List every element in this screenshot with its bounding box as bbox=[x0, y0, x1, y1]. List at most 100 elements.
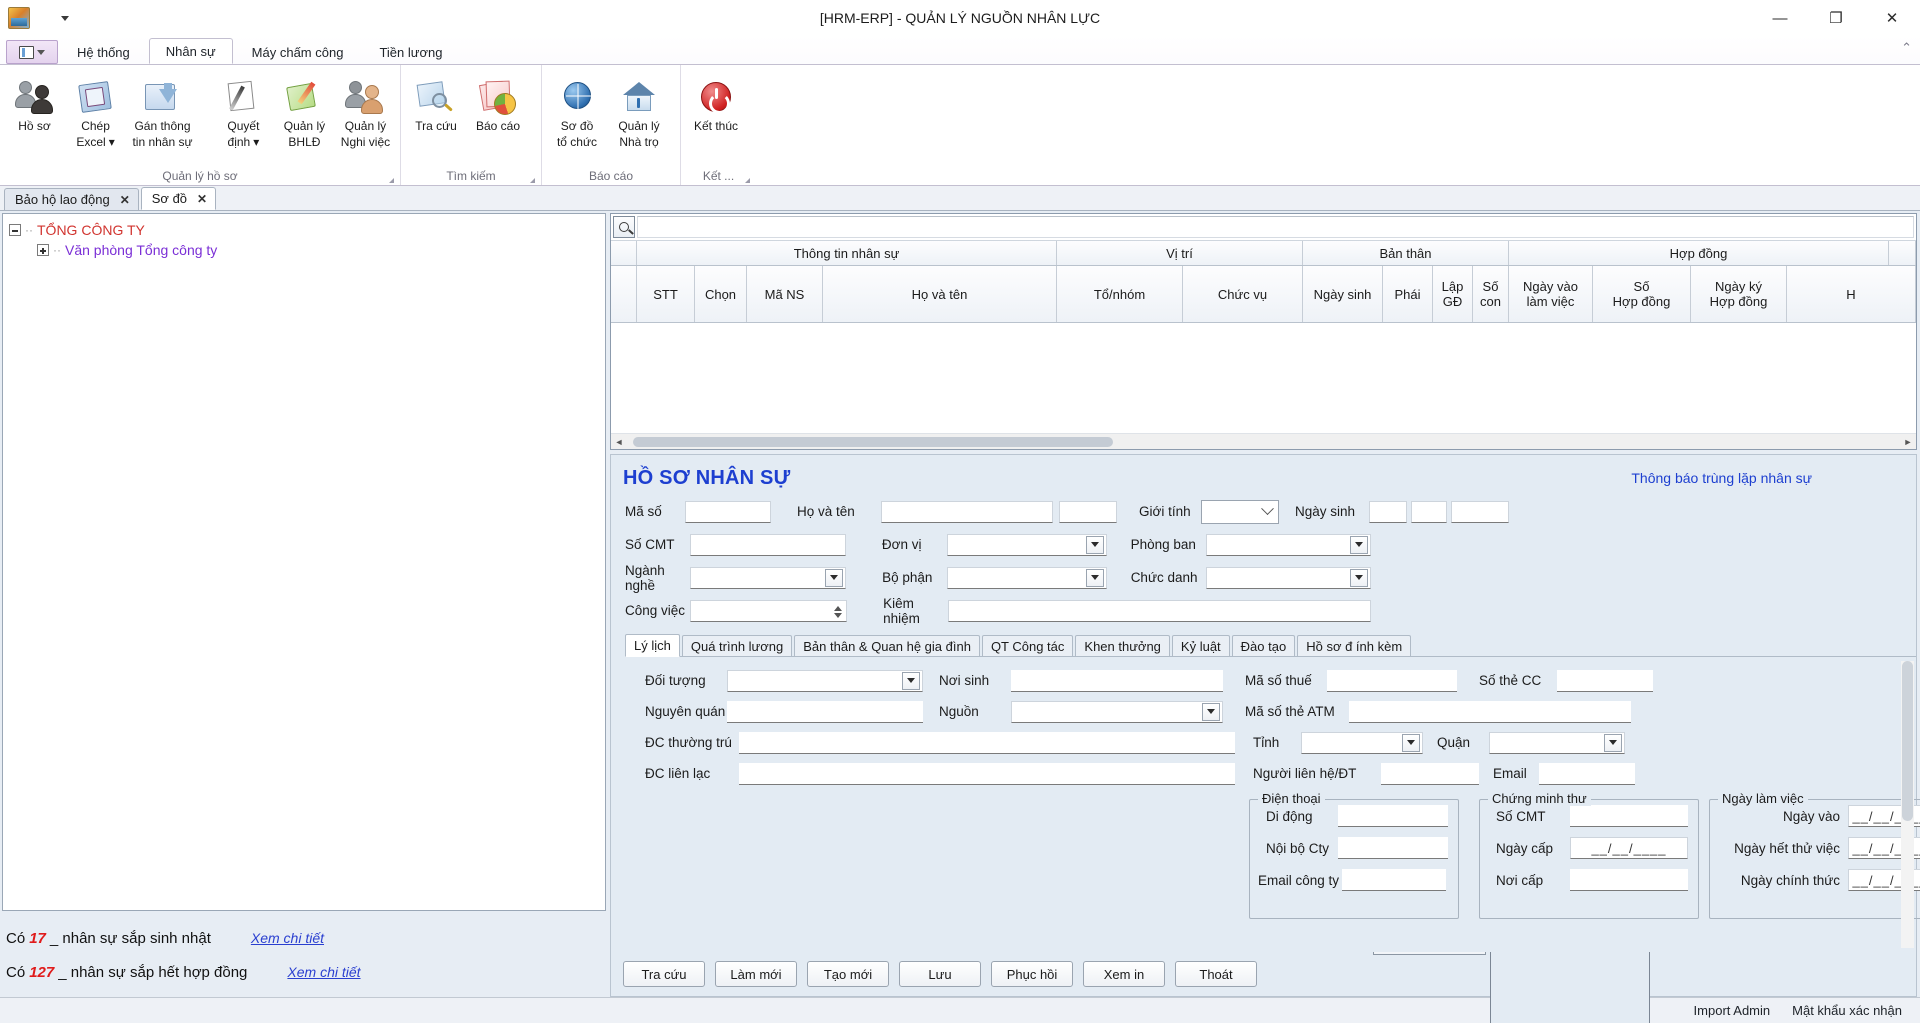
grid-column-ma-ns[interactable]: Mã NS bbox=[747, 266, 823, 322]
grid-column-to-nhom[interactable]: Tổ/nhóm bbox=[1057, 266, 1183, 322]
grid-column-ngay-vao-lam-viec[interactable]: Ngày vào làm việc bbox=[1509, 266, 1593, 322]
scrollbar-thumb[interactable] bbox=[1902, 661, 1913, 821]
input-kiem-nhiem[interactable] bbox=[948, 599, 1371, 622]
spinner-icon[interactable] bbox=[830, 601, 846, 623]
dialog-launcher-icon[interactable] bbox=[745, 178, 750, 183]
ribbon-button-tra-cuu[interactable]: Tra cứu bbox=[405, 71, 467, 157]
select-gioi-tinh[interactable] bbox=[1201, 499, 1279, 524]
combo-nguon[interactable] bbox=[1011, 700, 1223, 723]
input-ngay-sinh-day[interactable] bbox=[1369, 500, 1407, 523]
chevron-down-icon[interactable] bbox=[825, 568, 844, 587]
chevron-down-icon[interactable] bbox=[1202, 702, 1220, 721]
input-ngay-cap[interactable]: __/__/____ bbox=[1570, 837, 1688, 859]
grid-column-so-con[interactable]: Số con bbox=[1473, 266, 1509, 322]
ribbon-button-quan-ly-nha-tro[interactable]: Quản lý Nhà trọ bbox=[608, 71, 670, 157]
dialog-launcher-icon[interactable] bbox=[530, 178, 535, 183]
lam-moi-button[interactable]: Làm mới bbox=[715, 961, 797, 987]
ribbon-button-bao-cao[interactable]: Báo cáo bbox=[467, 71, 529, 157]
input-noi-bo-cty[interactable] bbox=[1338, 837, 1448, 859]
combo-tinh[interactable] bbox=[1301, 731, 1423, 754]
ribbon-tab-may-cham-cong[interactable]: Máy chấm công bbox=[235, 40, 361, 64]
ribbon-button-quan-ly-bhld[interactable]: Quản lý BHLĐ bbox=[274, 71, 335, 157]
input-dc-lien-lac[interactable] bbox=[739, 762, 1235, 785]
input-noi-sinh[interactable] bbox=[1011, 669, 1223, 692]
view-detail-link-contract[interactable]: Xem chi tiết bbox=[287, 964, 360, 980]
view-detail-link-birthday[interactable]: Xem chi tiết bbox=[251, 930, 324, 946]
input-cong-viec[interactable] bbox=[690, 599, 848, 623]
chevron-down-icon[interactable] bbox=[1350, 535, 1368, 554]
ribbon-button-ket-thuc[interactable]: Kết thúc bbox=[685, 71, 747, 157]
grid-column-select-all[interactable] bbox=[611, 266, 637, 322]
input-nguyen-quan[interactable] bbox=[727, 700, 923, 723]
tao-moi-button[interactable]: Tạo mới bbox=[807, 961, 889, 987]
search-icon[interactable] bbox=[613, 216, 635, 238]
input-noi-cap[interactable] bbox=[1570, 869, 1688, 891]
combo-quan[interactable] bbox=[1489, 731, 1625, 754]
ribbon-tab-tien-luong[interactable]: Tiền lương bbox=[362, 40, 459, 64]
grid-column-ho-va-ten[interactable]: Họ và tên bbox=[823, 266, 1057, 322]
input-email[interactable] bbox=[1539, 762, 1635, 785]
tab-khen-thuong[interactable]: Khen thưởng bbox=[1075, 635, 1170, 656]
chevron-down-icon[interactable] bbox=[1604, 733, 1622, 752]
luu-button[interactable]: Lưu bbox=[899, 961, 981, 987]
tree-node-van-phong-tong-cong-ty[interactable]: ·· Văn phòng Tổng công ty bbox=[9, 240, 599, 260]
tree-expander-plus-icon[interactable] bbox=[37, 244, 49, 256]
tab-qt-cong-tac[interactable]: QT Công tác bbox=[981, 635, 1074, 656]
combo-phong-ban[interactable] bbox=[1205, 533, 1371, 556]
thoat-button[interactable]: Thoát bbox=[1175, 961, 1257, 987]
input-ma-so-the-atm[interactable] bbox=[1349, 700, 1631, 723]
grid-column-ngay-sinh[interactable]: Ngày sinh bbox=[1303, 266, 1383, 322]
document-tab-so-do[interactable]: Sơ đồ ✕ bbox=[140, 187, 217, 210]
scrollbar-track[interactable] bbox=[627, 434, 1900, 449]
scroll-right-arrow-icon[interactable]: ► bbox=[1900, 435, 1916, 449]
ribbon-button-chep-excel[interactable]: Chép Excel ▾ bbox=[65, 71, 126, 157]
combo-chuc-danh[interactable] bbox=[1205, 566, 1372, 589]
grid-column-trailing[interactable]: H bbox=[1787, 266, 1916, 322]
input-email-cong-ty[interactable] bbox=[1342, 869, 1446, 891]
combo-doi-tuong[interactable] bbox=[727, 669, 923, 692]
grid-column-chon[interactable]: Chọn bbox=[695, 266, 747, 322]
combo-don-vi[interactable] bbox=[946, 533, 1107, 556]
grid-column-chuc-vu[interactable]: Chức vụ bbox=[1183, 266, 1303, 322]
input-so-cmt[interactable] bbox=[689, 533, 846, 556]
tree-node-tong-cong-ty[interactable]: ·· TỔNG CÔNG TY bbox=[9, 220, 599, 240]
ribbon-button-ho-so[interactable]: Hồ sơ bbox=[4, 71, 65, 157]
grid-search-input[interactable] bbox=[637, 216, 1914, 238]
ribbon-tab-nhan-su[interactable]: Nhân sự bbox=[148, 38, 233, 64]
ribbon-button-quyet-dinh[interactable]: Quyết định ▾ bbox=[213, 71, 274, 157]
ribbon-button-so-do-to-chuc[interactable]: Sơ đồ tổ chức bbox=[546, 71, 608, 157]
input-ma-so-thue[interactable] bbox=[1327, 669, 1457, 692]
maximize-button[interactable]: ❐ bbox=[1808, 0, 1864, 36]
ribbon-button-gan-thong-tin-nhan-su[interactable]: Gán thông tin nhân sự bbox=[126, 71, 199, 157]
grid-column-so-hop-dong[interactable]: Số Hợp đồng bbox=[1593, 266, 1691, 322]
tab-ban-than-quan-he-gia-dinh[interactable]: Bản thân & Quan hệ gia đình bbox=[794, 635, 980, 656]
close-button[interactable]: ✕ bbox=[1864, 0, 1920, 36]
input-dc-thuong-tru[interactable] bbox=[739, 731, 1235, 754]
input-ngay-sinh-year[interactable] bbox=[1451, 500, 1509, 523]
chevron-down-icon[interactable] bbox=[902, 671, 920, 690]
close-icon[interactable]: ✕ bbox=[120, 193, 130, 207]
tab-qua-trinh-luong[interactable]: Quá trình lương bbox=[681, 635, 793, 656]
input-ho-va-ten[interactable] bbox=[881, 500, 1053, 523]
combo-bo-phan[interactable] bbox=[946, 566, 1107, 589]
chevron-down-icon[interactable] bbox=[1085, 568, 1104, 587]
grid-body[interactable] bbox=[611, 323, 1916, 433]
phuc-hoi-button[interactable]: Phục hồi bbox=[991, 961, 1073, 987]
grid-horizontal-scrollbar[interactable]: ◄ ► bbox=[611, 433, 1916, 449]
scrollbar-thumb[interactable] bbox=[633, 436, 1113, 447]
tab-ky-luat[interactable]: Kỷ luật bbox=[1171, 635, 1230, 656]
tab-ho-so-dinh-kem[interactable]: Hồ sơ đ ính kèm bbox=[1297, 635, 1412, 656]
input-di-dong[interactable] bbox=[1338, 805, 1448, 827]
grid-column-phai[interactable]: Phái bbox=[1383, 266, 1433, 322]
tra-cuu-button[interactable]: Tra cứu bbox=[623, 961, 705, 987]
close-icon[interactable]: ✕ bbox=[197, 192, 207, 206]
document-tab-bao-ho-lao-dong[interactable]: Bảo hộ lao động ✕ bbox=[4, 188, 139, 210]
minimize-button[interactable]: — bbox=[1752, 0, 1808, 36]
input-so-the-cc[interactable] bbox=[1557, 669, 1653, 692]
tree-expander-minus-icon[interactable] bbox=[9, 224, 21, 236]
grid-column-stt[interactable]: STT bbox=[637, 266, 695, 322]
duplicate-notice-link[interactable]: Thông báo trùng lặp nhân sự bbox=[1631, 470, 1812, 486]
tab-dao-tao[interactable]: Đào tạo bbox=[1231, 635, 1296, 656]
scroll-left-arrow-icon[interactable]: ◄ bbox=[611, 435, 627, 449]
input-ngay-sinh-month[interactable] bbox=[1411, 500, 1447, 523]
